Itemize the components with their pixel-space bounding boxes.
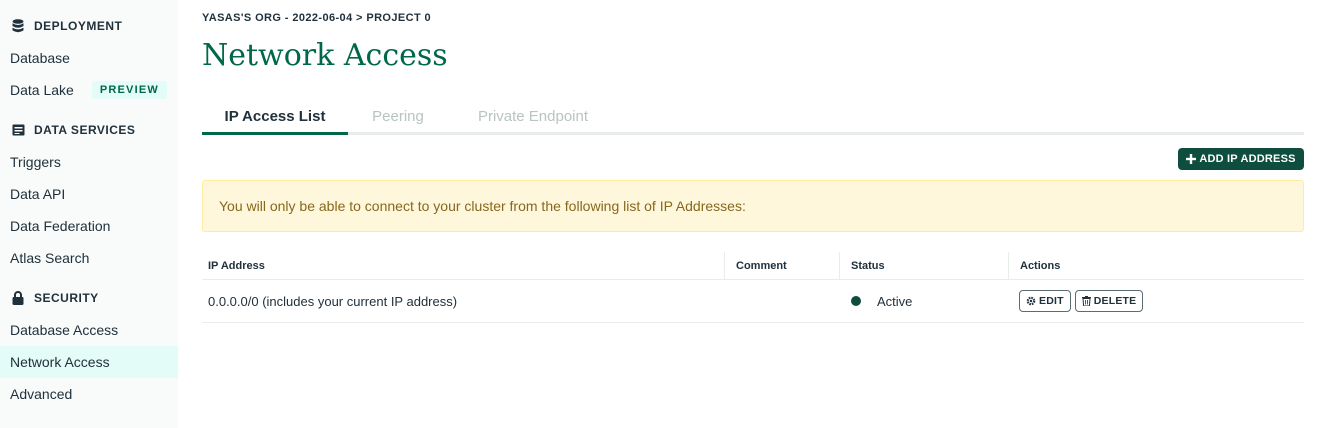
sidebar-item-label: Data Lake — [10, 82, 74, 98]
delete-button[interactable]: DELETE — [1074, 290, 1144, 312]
sidebar-item-label: Atlas Search — [10, 250, 90, 266]
tab-peering[interactable]: Peering — [348, 100, 448, 132]
sidebar-item-label: Database Access — [10, 322, 119, 338]
add-ip-address-label: ADD IP ADDRESS — [1199, 153, 1296, 165]
status-dot-icon — [851, 296, 861, 306]
table-row: 0.0.0.0/0 (includes your current IP addr… — [202, 280, 1304, 323]
edit-label: EDIT — [1039, 295, 1064, 307]
preview-badge: PREVIEW — [91, 81, 167, 99]
sidebar-item-label: Triggers — [10, 154, 61, 170]
sidebar-item-label: Advanced — [10, 386, 73, 402]
tab-bar: IP Access List Peering Private Endpoint — [202, 100, 1304, 135]
banner-text: You will only be able to connect to your… — [219, 198, 746, 214]
gear-icon — [1026, 296, 1036, 306]
section-title: DATA SERVICES — [34, 123, 136, 137]
sidebar-item-triggers[interactable]: Triggers — [0, 146, 178, 178]
delete-label: DELETE — [1093, 295, 1137, 307]
column-header-comment: Comment — [724, 252, 839, 279]
status-text: Active — [877, 293, 913, 309]
sidebar-item-label: Database — [10, 50, 70, 66]
sidebar-item-network-access[interactable]: Network Access — [0, 346, 178, 378]
document-icon — [10, 122, 26, 138]
sidebar-item-atlas-search[interactable]: Atlas Search — [0, 242, 178, 274]
sidebar-item-data-federation[interactable]: Data Federation — [0, 210, 178, 242]
section-deployment: DEPLOYMENT — [10, 16, 122, 36]
status-cell: Active — [851, 280, 912, 322]
column-header-status: Status — [839, 252, 1008, 279]
section-title: SECURITY — [34, 291, 99, 305]
section-title: DEPLOYMENT — [34, 19, 123, 33]
sidebar-item-database[interactable]: Database — [0, 42, 178, 74]
section-security: SECURITY — [10, 288, 99, 308]
edit-button[interactable]: EDIT — [1019, 290, 1071, 312]
sidebar-item-label: Network Access — [10, 354, 110, 370]
page-title: Network Access — [202, 38, 448, 73]
actions-cell: EDIT DELETE — [1019, 280, 1147, 322]
add-ip-address-button[interactable]: ADD IP ADDRESS — [1178, 148, 1304, 170]
sidebar-item-database-access[interactable]: Database Access — [0, 314, 178, 346]
sidebar-item-advanced[interactable]: Advanced — [0, 378, 178, 410]
trash-icon — [1081, 296, 1091, 306]
column-header-actions: Actions — [1008, 252, 1304, 279]
tab-ip-access-list[interactable]: IP Access List — [202, 100, 348, 135]
column-header-ip-address: IP Address — [208, 259, 265, 272]
sidebar: DEPLOYMENT Database Data Lake PREVIEW DA… — [0, 0, 178, 428]
plus-icon — [1186, 152, 1197, 167]
section-data-services: DATA SERVICES — [10, 120, 135, 140]
sidebar-item-label: Data Federation — [10, 218, 111, 234]
breadcrumb[interactable]: YASAS'S ORG - 2022-06-04 > PROJECT 0 — [202, 12, 431, 24]
ip-access-table: IP Address Comment Status Actions 0.0.0.… — [202, 252, 1304, 323]
table-header: IP Address Comment Status Actions — [202, 252, 1304, 280]
database-icon — [10, 18, 26, 34]
tab-private-endpoint[interactable]: Private Endpoint — [448, 100, 618, 132]
lock-icon — [10, 290, 26, 306]
sidebar-item-data-lake[interactable]: Data Lake PREVIEW — [0, 74, 178, 106]
sidebar-item-data-api[interactable]: Data API — [0, 178, 178, 210]
ip-address-cell: 0.0.0.0/0 (includes your current IP addr… — [208, 293, 458, 309]
sidebar-item-label: Data API — [10, 186, 66, 202]
info-banner: You will only be able to connect to your… — [202, 180, 1304, 232]
